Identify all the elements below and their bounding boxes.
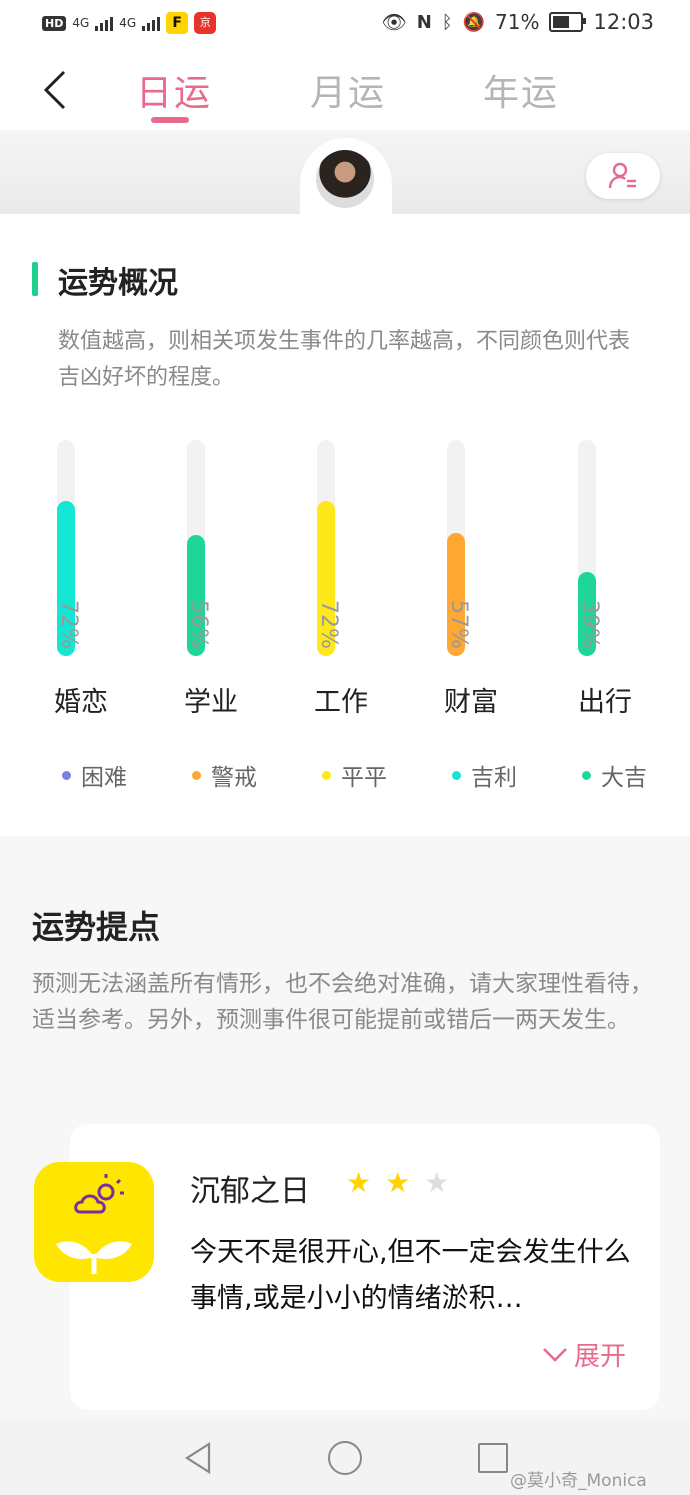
bar-work: 72% 工作 — [314, 440, 437, 720]
nav-back-icon[interactable] — [184, 1442, 212, 1474]
legend-label: 困难 — [81, 765, 127, 791]
star-icon: ★ — [385, 1166, 411, 1199]
legend-item: 困难 — [62, 758, 162, 792]
eye-icon: 👁 — [381, 10, 407, 34]
watermark: @莫小奇_Monica — [510, 1471, 647, 1491]
tip-title: 沉郁之日 — [190, 1174, 310, 1209]
tips-title: 运势提点 — [32, 908, 161, 946]
bar-percent: 72% — [316, 600, 341, 649]
bar-wealth: 57% 财富 — [444, 440, 567, 720]
bar-percent: 72% — [56, 600, 81, 649]
legend-item: 警戒 — [192, 758, 292, 792]
hd-badge: HD — [42, 15, 67, 31]
bar-label: 学业 — [184, 687, 238, 718]
tips-description: 预测无法涵盖所有情形，也不会绝对准确，请大家理性看待，适当参考。另外，预测事件很… — [32, 971, 653, 1033]
legend-item: 平平 — [322, 758, 422, 792]
tab-year[interactable]: 年运 — [483, 64, 559, 116]
legend-dot — [582, 770, 591, 780]
expand-label: 展开 — [574, 1342, 627, 1372]
legend-dot — [192, 770, 201, 780]
battery-percent: 71% — [495, 10, 540, 34]
nav-home-icon[interactable] — [328, 1441, 362, 1475]
bar-travel: 39% 出行 — [577, 440, 690, 720]
bar-label: 婚恋 — [54, 687, 108, 718]
bar-label: 财富 — [444, 687, 498, 718]
bar-percent: 57% — [446, 600, 471, 649]
avatar[interactable] — [316, 150, 374, 208]
status-right: 👁 N ᛒ 🔕 71% 12:03 — [381, 10, 654, 34]
bar-marriage: 72% 婚恋 — [54, 440, 177, 720]
legend-label: 警戒 — [211, 765, 257, 791]
nav-recent-icon[interactable] — [478, 1443, 508, 1473]
overview-description: 数值越高，则相关项发生事件的几率越高，不同颜色则代表吉凶好坏的程度。 — [58, 329, 631, 390]
tab-day[interactable]: 日运 — [136, 64, 212, 116]
clock: 12:03 — [593, 10, 654, 34]
tab-indicator — [151, 117, 189, 123]
legend-label: 吉利 — [471, 765, 517, 791]
rating-stars: ★ ★ ★ — [346, 1168, 449, 1198]
switch-user-button[interactable] — [586, 153, 660, 199]
section-accent-bar — [32, 262, 38, 296]
legend-label: 大吉 — [601, 765, 647, 791]
nfc-icon: N — [416, 11, 432, 33]
signal-2-icon — [142, 15, 161, 31]
network-2-label: 4G — [119, 16, 137, 30]
bar-percent: 56% — [186, 600, 211, 649]
battery-level — [553, 16, 570, 28]
user-switch-icon — [608, 162, 636, 189]
legend-dot — [62, 770, 71, 780]
notification-app2-icon: 京 — [194, 12, 217, 34]
tip-text: 今天不是很开心,但不一定会发生什么事情,或是小小的情绪淤积… — [190, 1237, 631, 1314]
overview-title: 运势概况 — [58, 266, 178, 301]
legend-dot — [322, 770, 331, 780]
bluetooth-icon: ᛒ — [441, 11, 453, 33]
legend-item: 大吉 — [582, 758, 682, 792]
network-1-label: 4G — [72, 16, 90, 30]
mute-icon: 🔕 — [462, 11, 486, 33]
bar-label: 出行 — [578, 687, 632, 718]
star-icon: ★ — [424, 1166, 450, 1199]
legend-item: 吉利 — [452, 758, 552, 792]
signal-1-icon — [95, 15, 114, 31]
back-icon[interactable] — [42, 70, 68, 110]
bar-percent: 39% — [577, 600, 602, 649]
expand-button[interactable]: 展开 — [542, 1336, 626, 1373]
status-bar: HD 4G 4G F 京 👁 N ᛒ 🔕 71% 12:03 — [0, 0, 690, 48]
cloud-sun-sprout-icon — [34, 1162, 154, 1282]
legend: 困难 警戒 平平 吉利 大吉 — [62, 758, 682, 792]
notification-app-icon: F — [166, 12, 189, 34]
legend-dot — [452, 770, 461, 780]
header: 日运 月运 年运 — [0, 48, 690, 130]
legend-label: 平平 — [341, 765, 387, 791]
battery-icon — [549, 12, 587, 32]
star-icon: ★ — [346, 1166, 372, 1199]
tab-month[interactable]: 月运 — [310, 64, 386, 116]
status-left: HD 4G 4G F 京 — [42, 12, 217, 34]
bar-label: 工作 — [314, 687, 368, 718]
chevron-down-icon — [543, 1347, 567, 1362]
bar-study: 56% 学业 — [184, 440, 307, 720]
